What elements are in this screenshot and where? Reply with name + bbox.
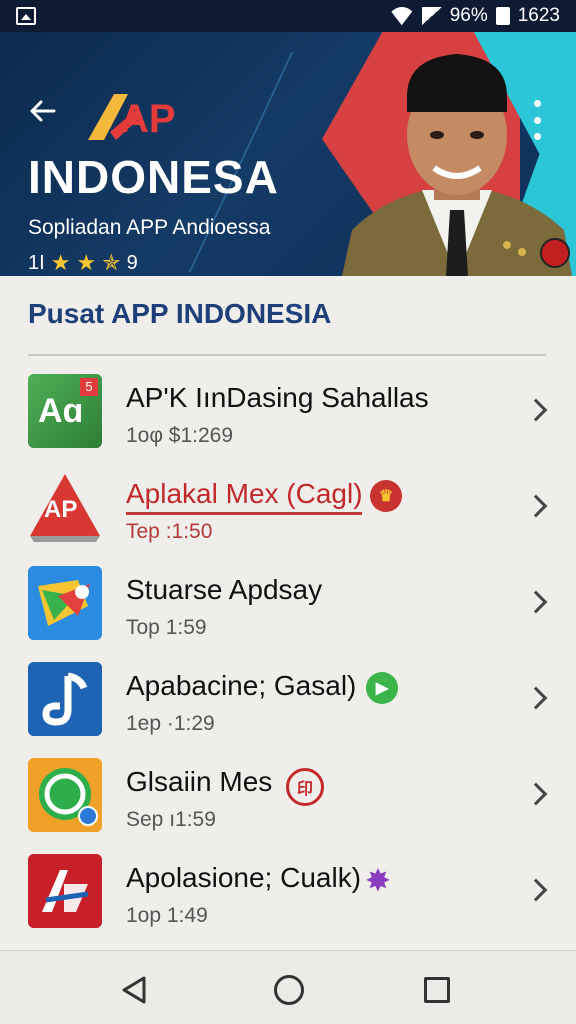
navigation-bar xyxy=(0,950,576,1024)
list-item[interactable]: Apolasione; Cualk) ✸ 1op 1:49 xyxy=(0,844,576,940)
stamp-badge-icon: 印 xyxy=(286,768,324,806)
header-banner: AP INDONESA Sopliadan APP Andioessa 1I ★… xyxy=(0,32,576,276)
crown-badge-icon: ♛ xyxy=(370,480,402,512)
chevron-right-icon xyxy=(526,494,546,518)
list-item[interactable]: Apabacine; Gasal) ▶ 1ep ·1:29 xyxy=(0,652,576,748)
play-badge-icon: ▶ xyxy=(366,672,398,704)
app-name: Apabacine; Gasal) xyxy=(126,670,357,701)
star-icon: ★ xyxy=(76,250,97,275)
app-icon xyxy=(28,854,102,928)
chevron-right-icon xyxy=(526,686,546,710)
emblem-badge-icon xyxy=(540,238,570,268)
star-icon: ★ xyxy=(50,250,71,275)
image-notification-icon xyxy=(16,7,36,25)
list-item[interactable]: Aɑ 5 AP'K IınDasing Sahallas 1oφ $1:269 xyxy=(0,364,576,460)
status-bar: 96% 1623 xyxy=(0,0,576,32)
app-name: Glsaiin Mes xyxy=(126,766,273,797)
app-icon xyxy=(28,662,102,736)
battery-percent: 96% xyxy=(449,5,488,26)
nav-home-icon[interactable] xyxy=(274,975,304,1005)
back-arrow-icon[interactable] xyxy=(28,96,58,126)
app-name: Apolasione; Cualk) xyxy=(126,862,362,893)
app-name: AP'K IınDasing Sahallas xyxy=(126,382,429,413)
app-icon-text: AP xyxy=(44,496,78,523)
signal-icon xyxy=(421,7,442,25)
app-meta: Tep :1:50 xyxy=(126,520,213,543)
app-icon: AP xyxy=(28,470,102,544)
app-meta: Sep ı1:59 xyxy=(126,808,216,831)
wifi-icon xyxy=(390,7,414,25)
app-logo-icon: AP xyxy=(88,94,176,141)
name-underline xyxy=(126,512,362,515)
app-name: Aplakal Mex (Cagl) xyxy=(126,478,363,509)
chevron-right-icon xyxy=(526,398,546,422)
banner-subtitle: Sopliadan APP Andioessa xyxy=(28,216,271,239)
app-icon: Aɑ 5 xyxy=(28,374,102,448)
clock: 1623 xyxy=(517,5,560,26)
list-item[interactable]: Stuarse Apdsay Top 1:59 xyxy=(0,556,576,652)
status-indicators: 96% 1623 xyxy=(390,5,560,27)
app-icon xyxy=(28,758,102,832)
chevron-right-icon xyxy=(526,590,546,614)
app-meta: Top 1:59 xyxy=(126,616,207,639)
rating-count: 9 xyxy=(126,251,138,274)
banner-title: INDONESA xyxy=(28,151,279,203)
nav-recents-icon[interactable] xyxy=(424,977,450,1003)
app-icon-badge: 5 xyxy=(80,378,98,396)
chevron-right-icon xyxy=(526,782,546,806)
app-meta: 1ep ·1:29 xyxy=(126,712,215,735)
app-list: Aɑ 5 AP'K IınDasing Sahallas 1oφ $1:269 … xyxy=(0,364,576,940)
more-options-icon[interactable] xyxy=(532,100,542,140)
battery-icon xyxy=(495,7,510,25)
app-meta: 1op 1:49 xyxy=(126,904,208,927)
logo-text: AP xyxy=(120,97,176,141)
divider xyxy=(28,354,546,356)
officer-portrait xyxy=(342,54,572,276)
app-icon xyxy=(28,566,102,640)
app-icon-text: Aɑ xyxy=(38,392,84,430)
app-name: Stuarse Apdsay xyxy=(126,574,323,605)
list-item[interactable]: Glsaiin Mes 印 Sep ı1:59 xyxy=(0,748,576,844)
rating-prefix: 1I xyxy=(28,251,45,274)
app-meta: 1oφ $1:269 xyxy=(126,424,234,447)
nav-back-icon[interactable] xyxy=(120,975,148,1005)
rating: 1I ★ ★ ✯ 9 xyxy=(28,250,138,276)
list-item[interactable]: AP Aplakal Mex (Cagl) ♛ Tep :1:50 xyxy=(0,460,576,556)
star-badge-icon: ✸ xyxy=(366,864,390,896)
chevron-right-icon xyxy=(526,878,546,902)
section-title: Pusat APP INDONESIA xyxy=(28,298,332,329)
half-star-icon: ✯ xyxy=(102,250,121,275)
